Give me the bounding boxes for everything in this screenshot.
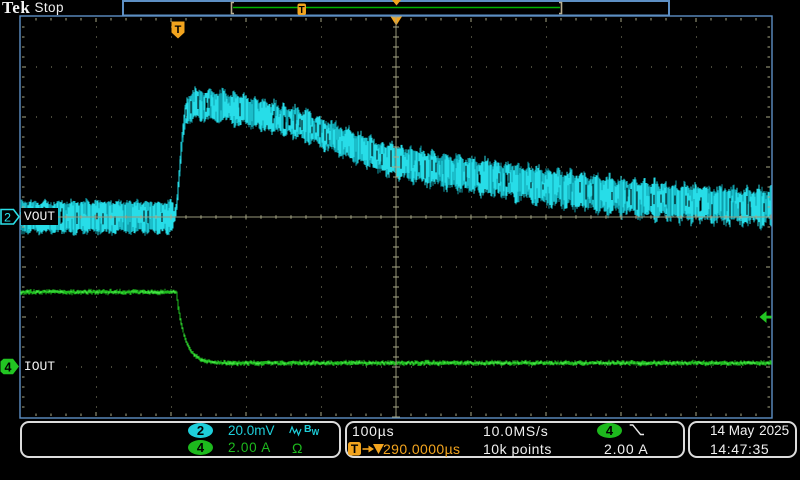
svg-text:T: T — [175, 24, 182, 36]
svg-text:T: T — [299, 5, 305, 16]
svg-text:2: 2 — [4, 212, 12, 226]
svg-text:4: 4 — [5, 361, 12, 375]
svg-text:T: T — [351, 442, 359, 456]
